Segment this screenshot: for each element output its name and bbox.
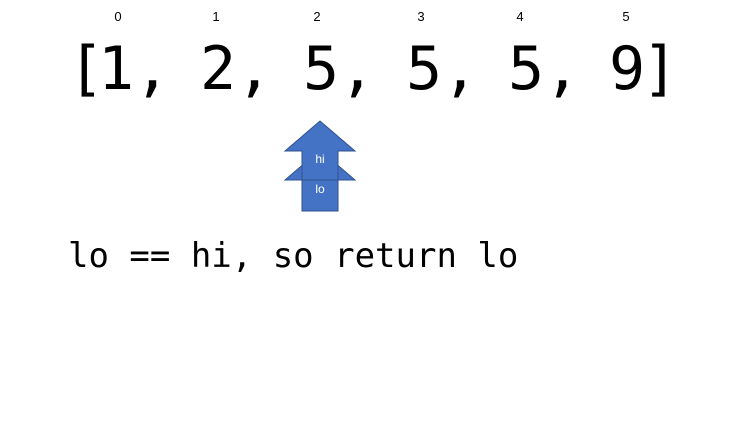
binary-search-diagram: 0 1 2 3 4 5 [ 1, 2, 5, 5, 5, 9 ] hi lo l… (0, 0, 749, 421)
array-element-0: 1, (98, 34, 171, 104)
lo-pointer-label: lo (315, 182, 325, 196)
index-label-4: 4 (516, 9, 524, 24)
array-element-4: 5, (508, 34, 581, 104)
index-label-2: 2 (313, 9, 321, 24)
index-label-3: 3 (417, 9, 425, 24)
array-element-3: 5, (406, 34, 479, 104)
pointer-arrows: hi lo (283, 120, 357, 212)
array-close-bracket: ] (642, 34, 679, 104)
hi-pointer-label: hi (315, 152, 324, 166)
array-element-2: 5, (303, 34, 376, 104)
array-element-5: 9 (609, 34, 646, 104)
index-label-0: 0 (114, 9, 122, 24)
index-label-1: 1 (212, 9, 220, 24)
array-element-1: 2, (200, 34, 273, 104)
explanation-text: lo == hi, so return lo (68, 236, 519, 276)
index-label-5: 5 (622, 9, 630, 24)
